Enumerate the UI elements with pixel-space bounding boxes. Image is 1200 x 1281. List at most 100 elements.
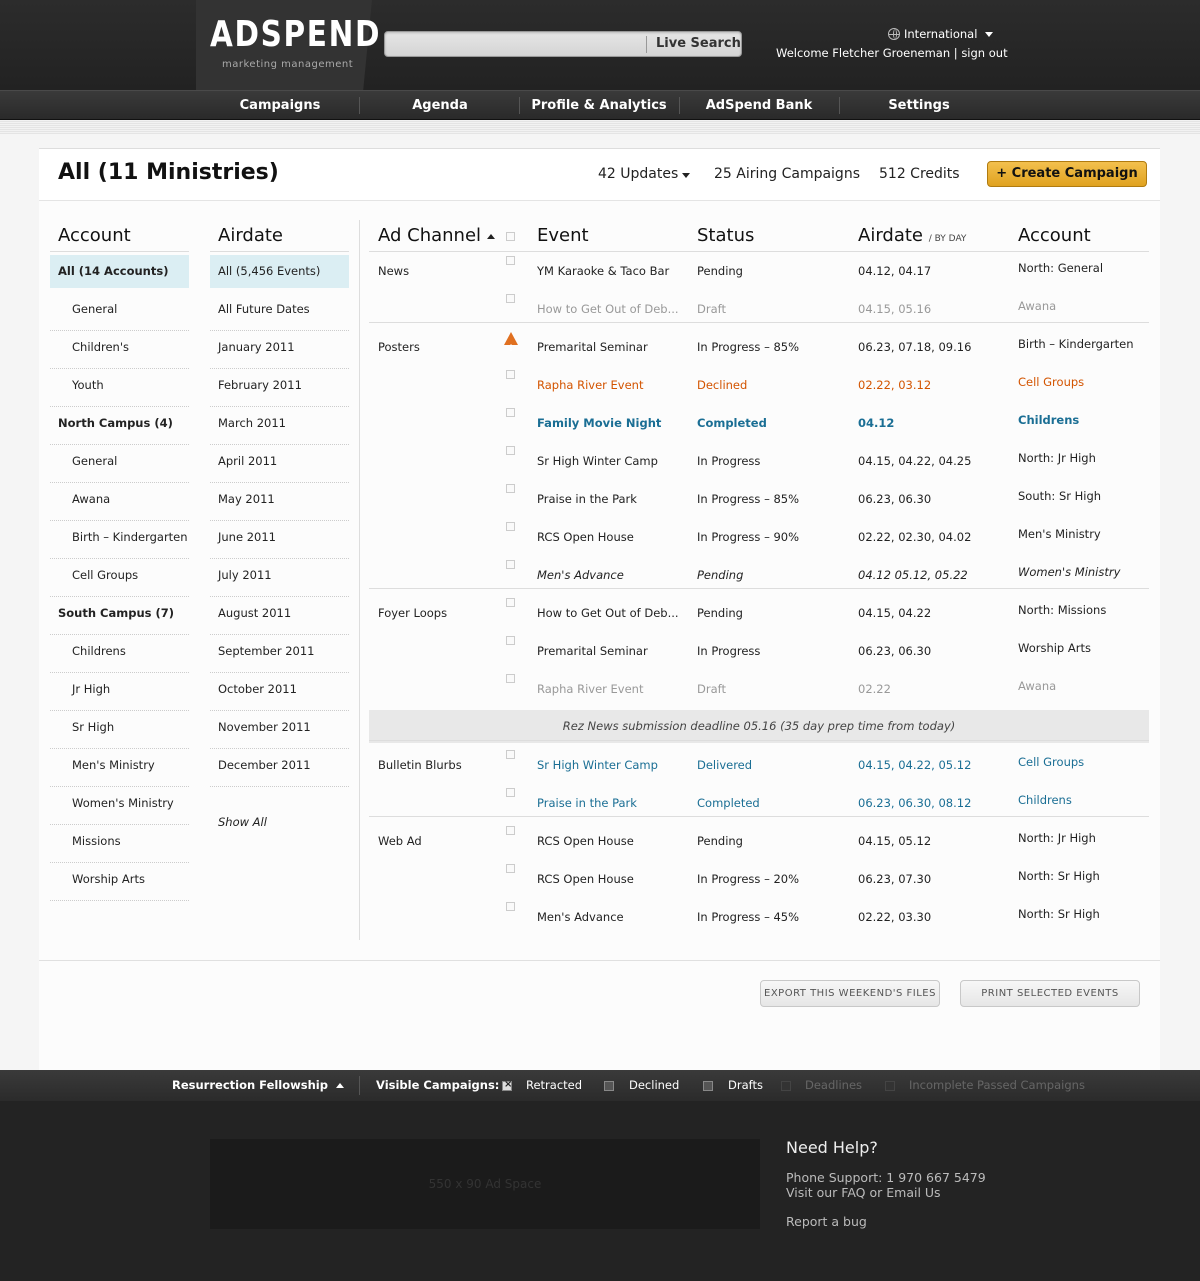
table-row[interactable]: How to Get Out of Deb... Draft 04.15, 05.1… [369,294,1149,332]
event-cell[interactable]: Sr High Winter Camp [537,446,658,476]
airdate-filter-item[interactable]: March 2011 [210,407,349,445]
event-cell[interactable]: Praise in the Park [537,788,637,818]
event-cell[interactable]: YM Karaoke & Taco Bar [537,256,669,286]
event-cell[interactable]: RCS Open House [537,522,634,552]
row-checkbox[interactable] [506,864,515,873]
account-filter-item[interactable]: Cell Groups [50,559,189,597]
event-cell[interactable]: Men's Advance [537,560,624,590]
airdate-filter-item[interactable]: All (5,456 Events) [210,255,349,288]
airdate-filter-item[interactable]: April 2011 [210,445,349,483]
account-filter-item[interactable]: Children's [50,331,189,369]
account-filter-item[interactable]: North Campus (4) [50,407,189,445]
event-cell[interactable]: Rapha River Event [537,674,643,704]
event-cell[interactable]: Sr High Winter Camp [537,750,658,780]
table-row[interactable]: RCS Open House In Progress – 90% 02.22, 02… [369,522,1149,560]
account-filter-item[interactable]: Youth [50,369,189,407]
account-filter-item[interactable]: Worship Arts [50,863,189,901]
region-selector[interactable]: International [888,27,994,41]
nav-settings[interactable]: Settings [839,91,999,120]
airdate-filter-item[interactable]: May 2011 [210,483,349,521]
airdate-filter-item[interactable]: August 2011 [210,597,349,635]
row-checkbox[interactable] [506,446,515,455]
table-row[interactable]: Praise in the Park In Progress – 85% 06.23… [369,484,1149,522]
account-filter-item[interactable]: Awana [50,483,189,521]
airdate-filter-item[interactable]: November 2011 [210,711,349,749]
table-row[interactable]: Sr High Winter Camp In Progress 04.15, 04.… [369,446,1149,484]
row-checkbox[interactable] [506,598,515,607]
event-cell[interactable]: How to Get Out of Deb... [537,598,679,628]
account-filter-item[interactable]: Childrens [50,635,189,673]
drafts-checkbox[interactable] [703,1081,713,1091]
table-row[interactable]: Bulletin Blurbs Sr High Winter Camp Delive… [369,750,1149,788]
table-row[interactable]: Family Movie Night Completed 04.12 Children… [369,408,1149,446]
event-cell[interactable]: Premarital Seminar [537,636,648,666]
airdate-filter-item[interactable]: July 2011 [210,559,349,597]
print-selected-button[interactable]: PRINT SELECTED EVENTS [960,980,1140,1007]
status-header[interactable]: Status [697,225,754,246]
credits[interactable]: 512 Credits [879,166,960,182]
ad-space[interactable]: 550 x 90 Ad Space [210,1139,760,1229]
deadlines-checkbox[interactable] [781,1081,791,1091]
account-filter-item[interactable]: All (14 Accounts) [50,255,189,288]
row-checkbox[interactable] [506,902,515,911]
row-checkbox[interactable] [506,294,515,303]
account-filter-item[interactable]: Birth – Kindergarten [50,521,189,559]
airdate-filter-item[interactable]: December 2011 [210,749,349,787]
retracted-checkbox[interactable] [502,1079,512,1091]
event-cell[interactable]: How to Get Out of Deb... [537,294,679,324]
live-search-button[interactable]: Live Search [656,36,741,51]
declined-checkbox[interactable] [604,1081,614,1091]
table-row[interactable]: Rapha River Event Declined 02.22, 03.12 Cel… [369,370,1149,408]
table-row[interactable]: Men's Advance Pending 04.12 05.12, 05.22 Wo… [369,560,1149,598]
row-checkbox[interactable] [506,636,515,645]
sign-out-link[interactable]: sign out [961,46,1007,60]
table-row[interactable]: Rapha River Event Draft 02.22 Awana [369,674,1149,712]
create-campaign-button[interactable]: + Create Campaign [987,161,1147,187]
account-filter-item[interactable]: General [50,445,189,483]
account-filter-item[interactable]: Missions [50,825,189,863]
logo[interactable]: ADSPEND [210,14,381,55]
row-checkbox[interactable] [506,522,515,531]
nav-campaigns[interactable]: Campaigns [200,91,360,120]
account-filter-item[interactable]: General [50,293,189,331]
airdate-filter-item[interactable]: February 2011 [210,369,349,407]
row-checkbox[interactable] [506,560,515,569]
event-cell[interactable]: Premarital Seminar [537,332,648,362]
event-header[interactable]: Event [537,225,589,246]
table-row[interactable]: Men's Advance In Progress – 45% 02.22, 03.… [369,902,1149,940]
account-header[interactable]: Account [1018,225,1091,246]
account-filter-item[interactable]: South Campus (7) [50,597,189,635]
airing-campaigns[interactable]: 25 Airing Campaigns [714,166,860,182]
table-row[interactable]: Premarital Seminar In Progress 06.23, 06.3… [369,636,1149,674]
row-checkbox[interactable] [506,370,515,379]
event-cell[interactable]: Rapha River Event [537,370,643,400]
ad-channel-header[interactable]: Ad Channel [378,225,496,246]
event-cell[interactable]: Men's Advance [537,902,624,932]
event-cell[interactable]: RCS Open House [537,826,634,856]
event-cell[interactable]: Praise in the Park [537,484,637,514]
row-checkbox[interactable] [506,826,515,835]
airdate-filter-item[interactable]: All Future Dates [210,293,349,331]
account-filter-item[interactable]: Women's Ministry [50,787,189,825]
table-row[interactable]: Posters Premarital Seminar In Progress – 8… [369,332,1149,370]
search-input[interactable] [389,35,639,53]
table-row[interactable]: Web Ad RCS Open House Pending 04.15, 05.12 N… [369,826,1149,864]
select-all-checkbox[interactable] [506,232,515,241]
account-filter-item[interactable]: Jr High [50,673,189,711]
event-cell[interactable]: Family Movie Night [537,408,661,438]
row-checkbox[interactable] [506,484,515,493]
airdate-filter-item[interactable]: June 2011 [210,521,349,559]
faq-email-link[interactable]: Visit our FAQ or Email Us [786,1185,941,1200]
nav-agenda[interactable]: Agenda [360,91,520,120]
row-checkbox[interactable] [506,408,515,417]
table-row[interactable]: News YM Karaoke & Taco Bar Pending 04.12, 0… [369,256,1149,294]
organization-selector[interactable]: Resurrection Fellowship [172,1070,344,1101]
airdate-filter-item[interactable]: January 2011 [210,331,349,369]
row-checkbox[interactable] [506,256,515,265]
table-row[interactable]: Foyer Loops How to Get Out of Deb... Pendi… [369,598,1149,636]
airdate-filter-item[interactable]: September 2011 [210,635,349,673]
table-row[interactable]: Praise in the Park Completed 06.23, 06.30,… [369,788,1149,826]
export-files-button[interactable]: EXPORT THIS WEEKEND'S FILES [760,980,940,1007]
row-checkbox[interactable] [506,750,515,759]
updates-dropdown[interactable]: 42 Updates [598,166,691,182]
